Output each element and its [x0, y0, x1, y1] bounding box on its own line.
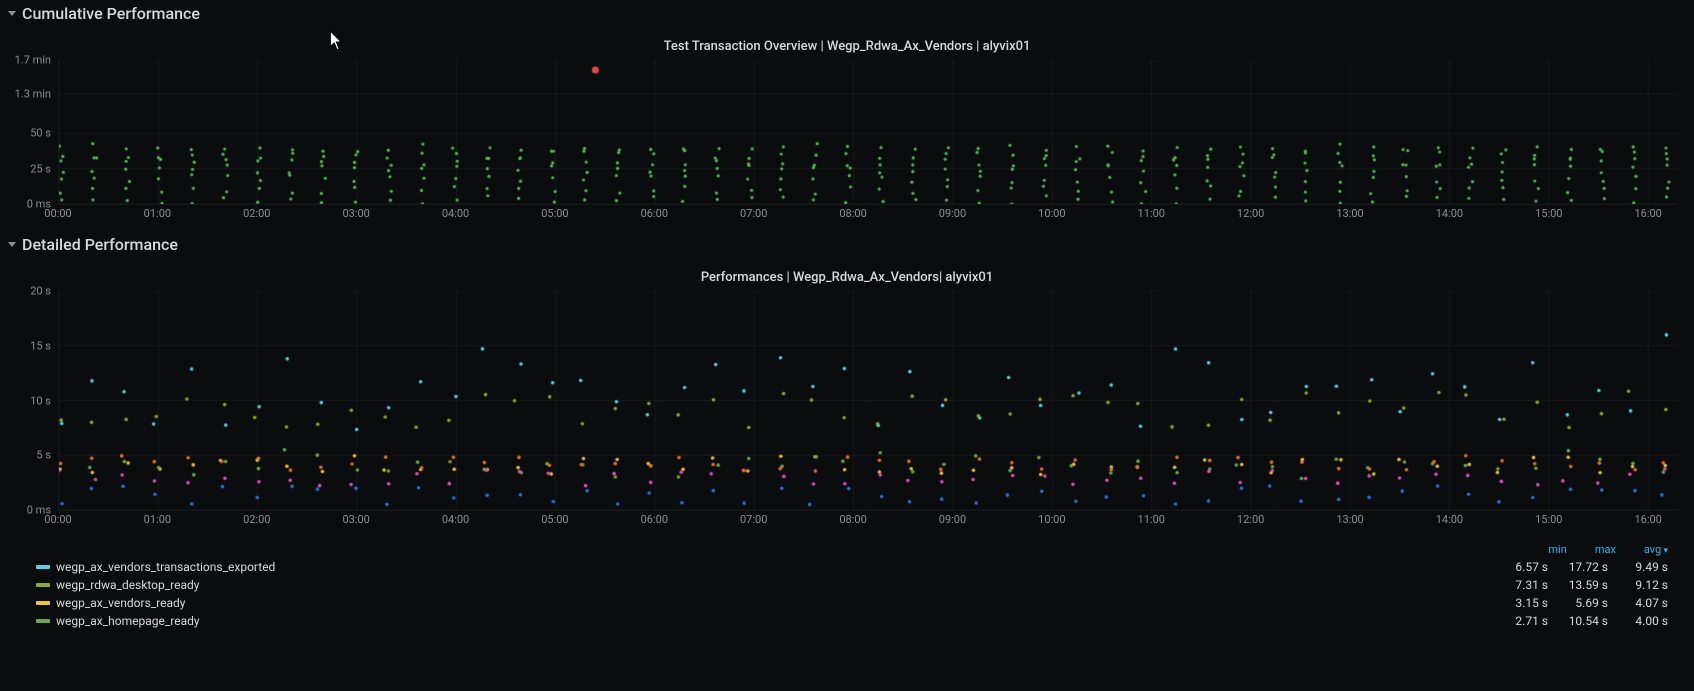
legend-sort-min[interactable]: min — [1548, 543, 1566, 556]
legend: min max avg wegp_ax_vendors_transactions… — [28, 541, 1676, 630]
series-min: 7.31 s — [1488, 578, 1548, 592]
series-swatch — [36, 565, 50, 569]
chart-title: Performances | Wegp_Rdwa_Ax_Vendors| aly… — [10, 264, 1684, 287]
legend-header: min max avg — [28, 541, 1676, 558]
y-axis-labels: 0 ms25 s50 s1.3 min1.7 min — [11, 60, 55, 204]
overview-chart[interactable]: 0 ms25 s50 s1.3 min1.7 min — [58, 60, 1678, 205]
legend-row[interactable]: wegp_ax_vendors_ready3.15 s5.69 s4.07 s — [28, 594, 1676, 612]
legend-row[interactable]: wegp_rdwa_desktop_ready7.31 s13.59 s9.12… — [28, 576, 1676, 594]
series-min: 6.57 s — [1488, 560, 1548, 574]
series-name: wegp_ax_vendors_transactions_exported — [56, 560, 1488, 574]
series-name: wegp_rdwa_desktop_ready — [56, 578, 1488, 592]
series-avg: 4.00 s — [1608, 614, 1668, 628]
series-avg: 9.12 s — [1608, 578, 1668, 592]
section-title: Detailed Performance — [22, 235, 178, 254]
cumulative-panel: Test Transaction Overview | Wegp_Rdwa_Ax… — [0, 27, 1694, 231]
section-toggle-cumulative[interactable]: Cumulative Performance — [0, 0, 1694, 27]
detailed-panel: Performances | Wegp_Rdwa_Ax_Vendors| aly… — [0, 258, 1694, 640]
perf-chart[interactable]: 0 ms5 s10 s15 s20 s — [58, 291, 1678, 511]
series-swatch — [36, 619, 50, 623]
section-title: Cumulative Performance — [22, 4, 200, 23]
chevron-down-icon — [8, 11, 16, 16]
y-axis-labels: 0 ms5 s10 s15 s20 s — [11, 291, 55, 510]
x-axis-labels: 00:0001:0002:0003:0004:0005:0006:0007:00… — [58, 205, 1678, 225]
series-swatch — [36, 601, 50, 605]
series-max: 17.72 s — [1548, 560, 1608, 574]
series-max: 13.59 s — [1548, 578, 1608, 592]
series-avg: 9.49 s — [1608, 560, 1668, 574]
series-name: wegp_ax_vendors_ready — [56, 596, 1488, 610]
series-swatch — [36, 583, 50, 587]
legend-sort-max[interactable]: max — [1595, 543, 1616, 556]
series-max: 10.54 s — [1548, 614, 1608, 628]
series-name: wegp_ax_homepage_ready — [56, 614, 1488, 628]
series-avg: 4.07 s — [1608, 596, 1668, 610]
legend-sort-avg[interactable]: avg — [1644, 543, 1668, 556]
chevron-down-icon — [8, 242, 16, 247]
section-toggle-detailed[interactable]: Detailed Performance — [0, 231, 1694, 258]
series-min: 3.15 s — [1488, 596, 1548, 610]
perf-canvas — [59, 291, 1678, 510]
legend-row[interactable]: wegp_ax_homepage_ready2.71 s10.54 s4.00 … — [28, 612, 1676, 630]
series-max: 5.69 s — [1548, 596, 1608, 610]
overview-canvas — [59, 60, 1678, 204]
legend-row[interactable]: wegp_ax_vendors_transactions_exported6.5… — [28, 558, 1676, 576]
x-axis-labels: 00:0001:0002:0003:0004:0005:0006:0007:00… — [58, 511, 1678, 531]
chart-title: Test Transaction Overview | Wegp_Rdwa_Ax… — [10, 33, 1684, 56]
series-min: 2.71 s — [1488, 614, 1548, 628]
